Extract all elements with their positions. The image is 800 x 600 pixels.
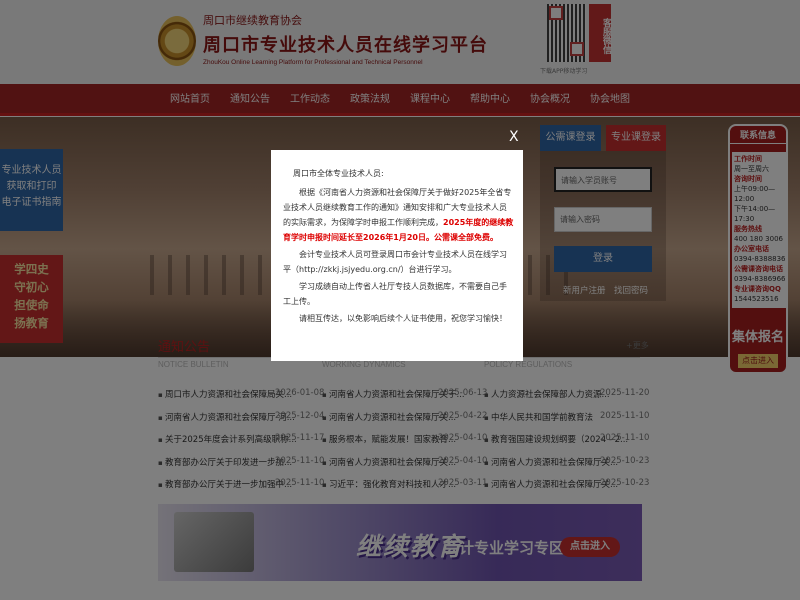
close-icon[interactable]: X xyxy=(509,129,519,145)
modal-greeting: 周口市全体专业技术人员: xyxy=(293,169,384,178)
modal-paragraph-4: 请相互传达，以免影响后续个人证书使用，祝您学习愉快！ xyxy=(299,314,507,323)
announcement-modal: 周口市全体专业技术人员: 根据《河南省人力资源和社会保障厅关于做好2025年全省… xyxy=(271,150,523,361)
modal-paragraph-2: 会计专业技术人员可登录周口市会计专业技术人员在线学习平（http://zkkj.… xyxy=(283,250,507,274)
modal-paragraph-3: 学习成绩自动上传省人社厅专技人员数据库，不需要自己手工上传。 xyxy=(283,282,507,306)
modal-paragraph-1: 根据《河南省人力资源和社会保障厅关于做好2025年全省专业技术人员继续教育工作的… xyxy=(283,185,514,245)
